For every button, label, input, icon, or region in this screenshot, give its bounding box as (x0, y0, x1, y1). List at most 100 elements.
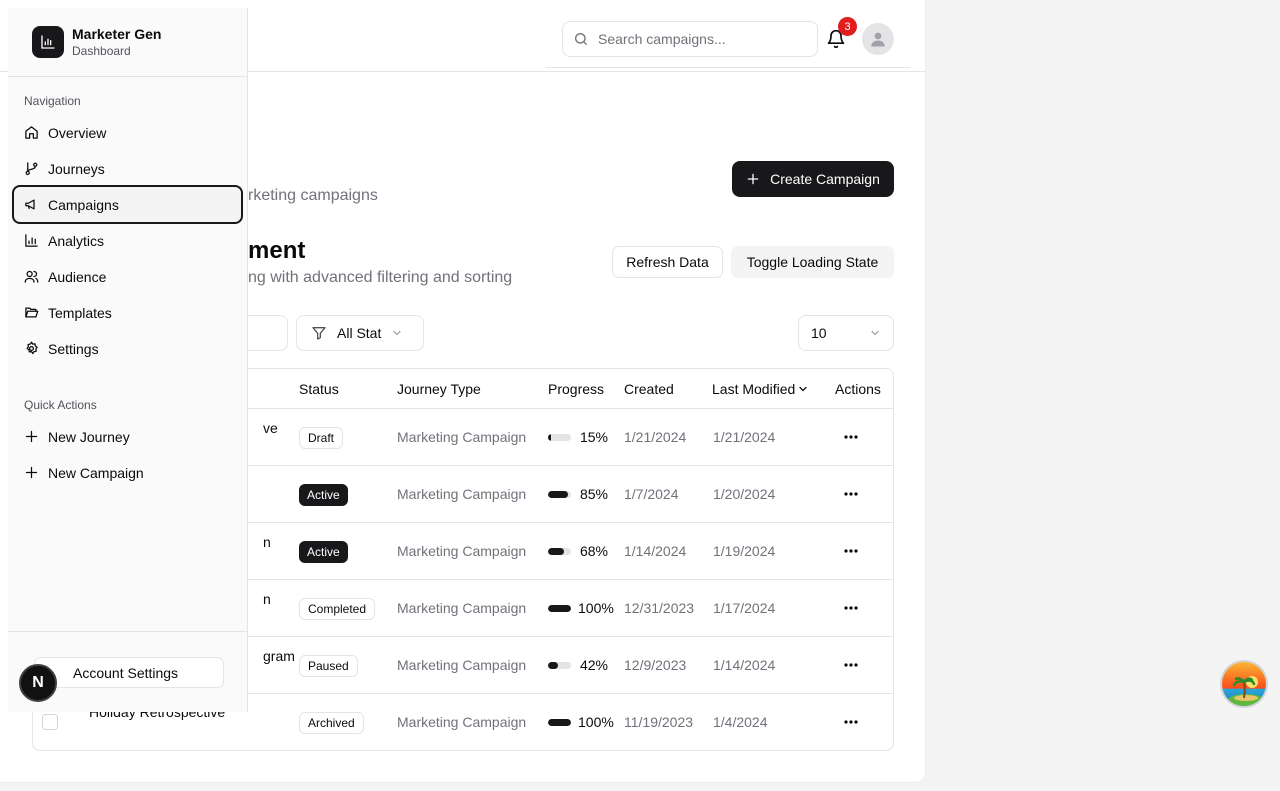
toggle-loading-button[interactable]: Toggle Loading State (731, 246, 894, 278)
created-date: 12/31/2023 (624, 600, 695, 616)
nav-group-label: Navigation (24, 94, 81, 108)
progress-bar (548, 719, 571, 726)
more-actions-icon[interactable] (839, 482, 863, 506)
progress-fill (548, 434, 552, 441)
modified-date: 1/4/2024 (713, 714, 768, 730)
progress-bar (548, 548, 571, 555)
progress-fill (548, 491, 568, 498)
filter-icon (312, 327, 326, 340)
new-campaign-button[interactable]: New Campaign (12, 453, 243, 492)
journey-type: Marketing Campaign (397, 486, 527, 502)
progress-percent: 15% (579, 429, 608, 445)
sidebar-item-analytics[interactable]: Analytics (12, 221, 243, 260)
more-actions-icon[interactable] (839, 425, 863, 449)
header-divider (546, 67, 910, 68)
campaign-name[interactable]: gram (263, 648, 295, 664)
page-size-value: 10 (811, 325, 827, 341)
bar-chart-icon (25, 234, 38, 247)
page-size-select[interactable]: 10 (798, 315, 894, 351)
status-badge: Draft (299, 427, 344, 449)
modified-date: 1/14/2024 (713, 657, 776, 673)
sidebar-item-audience[interactable]: Audience (12, 257, 243, 296)
folder-open-icon (25, 307, 39, 318)
campaign-name[interactable]: n (263, 534, 271, 550)
campaign-name[interactable]: n (263, 591, 271, 607)
journey-type: Marketing Campaign (397, 714, 527, 730)
quick-actions-label: Quick Actions (24, 398, 97, 412)
search-input[interactable] (598, 31, 798, 47)
search-box[interactable] (562, 21, 818, 57)
sidebar-item-label: Journeys (48, 160, 105, 177)
sidebar-item-label: Overview (48, 124, 107, 141)
sidebar-item-label: Settings (48, 340, 99, 357)
progress-bar (548, 662, 571, 669)
progress-bar (548, 434, 571, 441)
account-settings-button[interactable]: Account Settings (34, 657, 224, 688)
header-last-modified-label: Last Modified (712, 381, 796, 397)
sidebar-item-label: Campaigns (48, 196, 119, 213)
progress-percent: 100% (578, 714, 614, 730)
app-subtitle: Dashboard (72, 44, 131, 58)
sidebar-item-journeys[interactable]: Journeys (12, 149, 243, 188)
progress-bar (548, 491, 571, 498)
status-filter-select[interactable]: All Stat (296, 315, 424, 351)
bar-chart-icon (41, 35, 55, 49)
quick-action-label: New Campaign (48, 464, 144, 481)
sidebar-item-templates[interactable]: Templates (12, 293, 243, 332)
status-badge: Active (299, 541, 348, 563)
dev-tools-badge[interactable]: N (19, 664, 57, 702)
modified-date: 1/17/2024 (713, 600, 776, 616)
header-actions: Actions (835, 381, 881, 397)
assistant-avatar[interactable] (1220, 660, 1268, 708)
sidebar: Marketer Gen Dashboard Navigation Overvi… (8, 8, 248, 712)
progress-fill (548, 605, 571, 612)
gear-icon (26, 341, 38, 355)
more-actions-icon[interactable] (839, 653, 863, 677)
header-journey-type[interactable]: Journey Type (397, 381, 481, 397)
more-actions-icon[interactable] (839, 596, 863, 620)
user-icon (871, 32, 885, 47)
campaign-name[interactable]: ve (263, 420, 278, 436)
progress-fill (548, 719, 571, 726)
sort-chevron-down-icon (799, 386, 807, 392)
chevron-down-icon (871, 330, 879, 336)
progress-percent: 42% (579, 657, 608, 673)
status-badge: Paused (299, 655, 358, 677)
brand-logo[interactable] (32, 26, 64, 58)
section-title: ment (248, 237, 306, 264)
sidebar-item-settings[interactable]: Settings (12, 329, 243, 368)
home-icon (25, 126, 38, 139)
new-journey-button[interactable]: New Journey (12, 417, 243, 456)
user-avatar[interactable] (862, 23, 894, 55)
progress-fill (548, 548, 564, 555)
journey-type: Marketing Campaign (397, 429, 527, 445)
modified-date: 1/19/2024 (713, 543, 776, 559)
plus-icon (25, 430, 38, 443)
sidebar-item-campaigns[interactable]: Campaigns (12, 185, 243, 224)
header-created[interactable]: Created (624, 381, 674, 397)
header-status[interactable]: Status (299, 381, 339, 397)
modified-date: 1/21/2024 (713, 429, 776, 445)
header-progress[interactable]: Progress (548, 381, 604, 397)
page-subtitle: rketing campaigns (248, 187, 378, 204)
users-icon (24, 270, 39, 283)
status-filter-value: All Stat (337, 325, 382, 341)
progress-fill (548, 662, 558, 669)
sidebar-item-overview[interactable]: Overview (12, 113, 243, 152)
sidebar-footer-divider (8, 631, 248, 632)
more-actions-icon[interactable] (839, 710, 863, 734)
header-last-modified[interactable]: Last Modified (712, 381, 809, 397)
create-campaign-label: Create Campaign (770, 171, 880, 187)
sidebar-item-label: Analytics (48, 232, 105, 249)
refresh-data-button[interactable]: Refresh Data (612, 246, 723, 278)
sidebar-item-label: Audience (48, 268, 107, 285)
journey-type: Marketing Campaign (397, 600, 527, 616)
status-badge: Completed (299, 598, 376, 620)
create-campaign-button[interactable]: Create Campaign (732, 161, 894, 197)
notification-badge: 3 (838, 17, 857, 36)
row-checkbox[interactable] (42, 714, 58, 730)
more-actions-icon[interactable] (839, 539, 863, 563)
sidebar-item-label: Templates (48, 304, 112, 321)
app-name: Marketer Gen (72, 26, 162, 42)
journey-type: Marketing Campaign (397, 543, 527, 559)
